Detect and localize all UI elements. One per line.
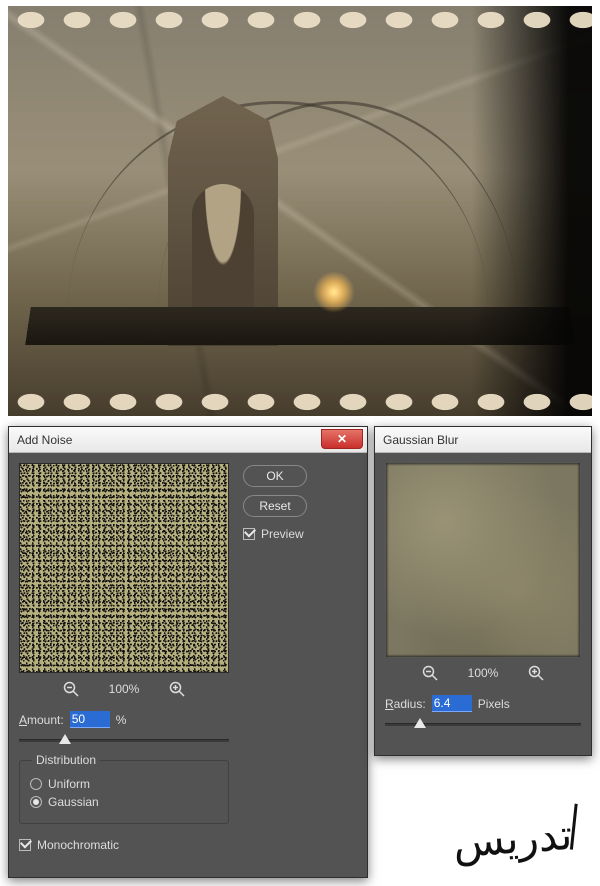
add-noise-title: Add Noise xyxy=(17,433,72,447)
noise-preview[interactable] xyxy=(19,463,229,673)
gaussian-blur-dialog: Gaussian Blur 100% Radius:Radius: Pixels xyxy=(374,426,592,756)
monochromatic-label: MonochromaticMonochromatic xyxy=(37,838,119,852)
close-button[interactable]: ✕ xyxy=(321,429,363,449)
zoom-out-icon[interactable] xyxy=(63,681,79,697)
blur-preview-fill xyxy=(387,464,579,656)
zoom-in-icon[interactable] xyxy=(169,681,185,697)
add-noise-dialog: Add Noise ✕ 100% AAmount:mount: % xyxy=(8,426,368,878)
preview-checkbox[interactable] xyxy=(243,528,255,540)
zoom-controls: 100% xyxy=(19,681,229,697)
watermark-logo: تدریس xyxy=(451,810,573,868)
distribution-legend: Distribution xyxy=(32,753,100,767)
amount-unit: % xyxy=(116,713,127,727)
zoom-level: 100% xyxy=(468,666,499,680)
radius-label: Radius:Radius: xyxy=(385,697,426,711)
uniform-label: UniformUniform xyxy=(48,777,90,791)
zoom-level: 100% xyxy=(109,682,140,696)
add-noise-body: 100% AAmount:mount: % Distribution Unifo… xyxy=(9,453,367,866)
amount-label: AAmount:mount: xyxy=(19,713,64,727)
gaussian-label: GaussianGaussian xyxy=(48,795,99,809)
radius-slider[interactable] xyxy=(385,718,581,730)
film-burn-edge xyxy=(472,6,592,416)
noise-preview-fill xyxy=(20,464,228,672)
preview-toggle[interactable]: PreviewPreview xyxy=(243,527,307,541)
radio-uniform[interactable] xyxy=(30,778,42,790)
radius-input[interactable] xyxy=(432,695,472,712)
amount-row: AAmount:mount: % xyxy=(19,711,229,728)
film-sprockets-bottom xyxy=(8,388,592,416)
zoom-in-icon[interactable] xyxy=(528,665,544,681)
blur-preview[interactable] xyxy=(386,463,580,657)
sun-flare xyxy=(313,271,355,313)
radius-slider-thumb[interactable] xyxy=(414,718,426,728)
distribution-uniform[interactable]: UniformUniform xyxy=(30,777,218,791)
amount-input[interactable] xyxy=(70,711,110,728)
reset-button[interactable]: Reset xyxy=(243,495,307,517)
gaussian-blur-title: Gaussian Blur xyxy=(383,433,458,447)
amount-slider[interactable] xyxy=(19,734,229,746)
hero-image xyxy=(8,6,592,416)
zoom-controls: 100% xyxy=(385,665,581,681)
radius-unit: Pixels xyxy=(478,697,510,711)
gaussian-blur-titlebar[interactable]: Gaussian Blur xyxy=(375,427,591,453)
distribution-gaussian[interactable]: GaussianGaussian xyxy=(30,795,218,809)
radius-row: Radius:Radius: Pixels xyxy=(385,695,581,712)
gaussian-blur-body: 100% Radius:Radius: Pixels xyxy=(375,453,591,742)
add-noise-titlebar[interactable]: Add Noise ✕ xyxy=(9,427,367,453)
ok-button[interactable]: OK xyxy=(243,465,307,487)
preview-label: PreviewPreview xyxy=(261,527,304,541)
film-sprockets-top xyxy=(8,6,592,34)
zoom-out-icon[interactable] xyxy=(422,665,438,681)
radio-gaussian[interactable] xyxy=(30,796,42,808)
amount-slider-thumb[interactable] xyxy=(59,734,71,744)
distribution-group: Distribution UniformUniform GaussianGaus… xyxy=(19,760,229,824)
monochromatic-checkbox[interactable] xyxy=(19,839,31,851)
monochromatic-row[interactable]: MonochromaticMonochromatic xyxy=(19,838,229,852)
